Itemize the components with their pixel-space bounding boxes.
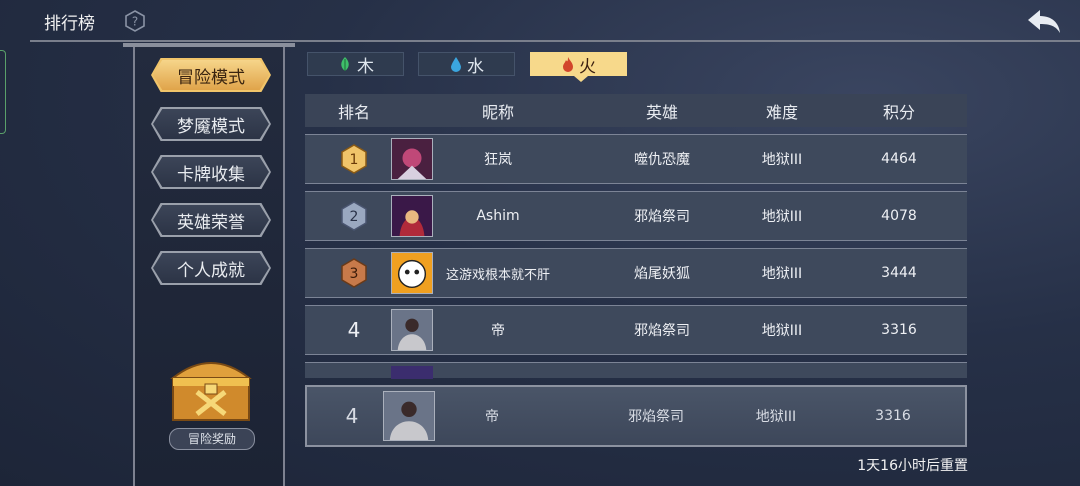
leaderboard-table: 排名 昵称 英雄 难度 积分 1 狂岚 噬仇恐魔 地狱III 4464 2 As…	[305, 94, 967, 379]
table-row[interactable]: 3 这游戏根本就不肝 焰尾妖狐 地狱III 3444	[305, 248, 967, 298]
player-avatar	[391, 309, 433, 351]
water-drop-icon	[451, 57, 461, 72]
mode-label: 冒险模式	[153, 60, 269, 90]
tab-label: 水	[467, 56, 484, 77]
hero-name: 邪焰祭司	[634, 323, 690, 339]
bronze-medal-icon: 3	[341, 258, 367, 288]
reset-timer: 1天16小时后重置	[857, 458, 968, 474]
tab-label: 木	[357, 56, 374, 77]
table-row[interactable]: 2 Ashim 邪焰祭司 地狱III 4078	[305, 191, 967, 241]
mode-label: 个人成就	[153, 253, 269, 283]
gold-medal-icon: 1	[341, 144, 367, 174]
difficulty: 地狱III	[761, 152, 803, 168]
svg-text:?: ?	[132, 15, 138, 29]
table-row[interactable]: 4 帝 邪焰祭司 地狱III 3316	[305, 305, 967, 355]
mode-label: 卡牌收集	[153, 157, 269, 187]
leaf-icon	[341, 57, 349, 71]
mode-button-nightmare[interactable]: 梦魇模式	[151, 107, 271, 141]
player-avatar	[391, 138, 433, 180]
tab-fire[interactable]: 火	[530, 52, 627, 77]
score: 4464	[881, 151, 917, 167]
hero-name: 焰尾妖狐	[634, 266, 690, 282]
header-hero: 英雄	[645, 102, 678, 122]
difficulty: 地狱III	[761, 323, 803, 339]
tab-wood[interactable]: 木	[307, 52, 404, 77]
score: 3444	[881, 265, 917, 281]
rank-number: 4	[347, 318, 361, 342]
mode-button-adventure[interactable]: 冒险模式	[151, 58, 271, 92]
mode-sidebar: 冒险模式 梦魇模式 卡牌收集 英雄荣誉 个人成就 冒险奖励	[123, 43, 295, 486]
my-rank-row[interactable]: 4 帝 邪焰祭司 地狱III 3316	[305, 385, 967, 447]
svg-text:1: 1	[350, 152, 359, 168]
mode-button-achievements[interactable]: 个人成就	[151, 251, 271, 285]
score: 4078	[881, 208, 917, 224]
table-header: 排名 昵称 英雄 难度 积分	[305, 94, 967, 127]
table-row-partial[interactable]	[305, 362, 967, 379]
side-edge-tab[interactable]	[0, 50, 6, 134]
help-icon[interactable]: ?	[124, 10, 146, 32]
table-row[interactable]: 1 狂岚 噬仇恐魔 地狱III 4464	[305, 134, 967, 184]
mode-button-hero-honor[interactable]: 英雄荣誉	[151, 203, 271, 237]
header-name: 昵称	[481, 102, 514, 122]
treasure-chest-icon[interactable]	[163, 344, 259, 426]
my-hero: 邪焰祭司	[628, 409, 684, 425]
player-avatar	[391, 252, 433, 294]
my-avatar	[383, 391, 435, 441]
silver-medal-icon: 2	[341, 201, 367, 231]
header-score: 积分	[882, 102, 915, 122]
page-title: 排行榜	[44, 14, 95, 34]
score: 3316	[881, 322, 917, 338]
top-bar: 排行榜 ?	[0, 0, 1080, 42]
fire-icon	[563, 57, 573, 72]
difficulty: 地狱III	[761, 209, 803, 225]
back-arrow-icon[interactable]	[1024, 6, 1064, 36]
player-avatar	[391, 195, 433, 237]
svg-text:2: 2	[350, 209, 359, 225]
mode-label: 英雄荣誉	[153, 205, 269, 235]
svg-text:3: 3	[350, 266, 359, 282]
difficulty: 地狱III	[761, 266, 803, 282]
hero-name: 噬仇恐魔	[634, 152, 690, 168]
my-difficulty: 地狱III	[755, 409, 797, 425]
active-tab-indicator	[574, 76, 588, 82]
adventure-reward-label[interactable]: 冒险奖励	[169, 428, 255, 450]
tab-label: 火	[579, 56, 596, 77]
hero-name: 邪焰祭司	[634, 209, 690, 225]
tab-water[interactable]: 水	[418, 52, 515, 77]
mode-label: 梦魇模式	[153, 109, 269, 139]
header-rank: 排名	[337, 102, 370, 122]
header-difficulty: 难度	[765, 102, 798, 122]
my-score: 3316	[875, 408, 911, 424]
mode-button-card-collection[interactable]: 卡牌收集	[151, 155, 271, 189]
